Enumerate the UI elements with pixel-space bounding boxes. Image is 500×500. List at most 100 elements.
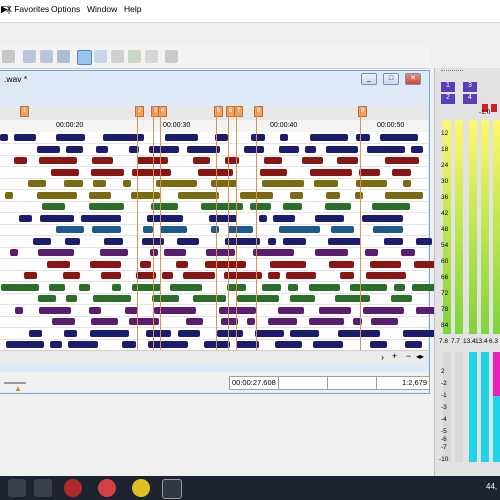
envelope-tool-icon[interactable] [128,50,141,63]
waveform-clip [64,180,83,187]
redo-icon[interactable] [40,50,53,63]
waveform-clip [329,260,354,268]
cursor-position-field[interactable]: 00:00:27.608 [229,376,279,390]
waveform-clip [90,260,121,268]
store-icon[interactable] [34,479,52,497]
waveform-clip [328,237,361,245]
undo-icon[interactable] [23,50,36,63]
app-icon-1[interactable] [64,479,82,497]
scrub-tool-icon[interactable] [145,50,158,63]
audio-track[interactable] [0,247,428,259]
waveform-clip [237,295,279,302]
audio-track[interactable] [0,224,428,236]
marker-line [216,106,217,350]
selection-start-field[interactable] [278,376,328,390]
channel-button[interactable]: 1 [441,82,455,92]
waveform-clip [290,329,319,337]
zoom-out-icon[interactable]: − [406,351,411,361]
scale-label: 60 [441,258,449,265]
waveform-clip [403,180,411,187]
paste-icon[interactable] [2,50,15,63]
waveform-clip [302,157,323,164]
audio-track[interactable] [0,305,440,317]
audio-track[interactable] [0,213,428,225]
level-readout: 7.7 [451,338,461,345]
channel-button[interactable]: 4 [463,94,477,104]
audio-track[interactable] [0,201,428,213]
app-icon-4[interactable] [162,479,182,499]
audio-track[interactable] [0,293,428,305]
menu-bar: ▶| FX Favorites Options Window Help [0,0,500,23]
zoom-tool-icon[interactable] [94,50,107,63]
history-icon[interactable] [57,50,70,63]
app-icon-3[interactable] [132,479,150,497]
close-button[interactable]: ✕ [405,73,421,85]
peak-indicator[interactable] [491,104,497,112]
waveform-clip [211,180,237,187]
audio-track[interactable] [0,259,454,271]
vu-bar [469,352,477,462]
waveform-clip [6,341,44,348]
waveform-clip [63,272,80,279]
waveform-clip [186,318,203,325]
scroll-right-icon[interactable]: › [381,352,384,362]
marker-flag[interactable]: 1 [20,106,29,117]
waveform-clip [268,237,276,245]
waveform-clip [355,191,363,199]
maximize-button[interactable]: □ [383,73,399,85]
audio-track[interactable] [0,270,428,282]
vu-bar [493,352,500,462]
waveform-clip [178,329,200,337]
waveform-clip [340,272,354,279]
waveform-clip [356,134,370,141]
clock-text[interactable]: 44, [486,482,497,491]
zoom-in-icon[interactable]: + [392,351,397,361]
waveform-clip [100,249,128,256]
waveform-clip [288,283,298,291]
zoom-ratio-field[interactable]: 1:2,679 [376,376,430,390]
waveform-clip [283,237,306,245]
waveform-clip [275,341,302,348]
scale-label: 24 [441,162,449,169]
waveform-clip [79,283,90,291]
waveform-clip [19,214,32,222]
audio-track[interactable] [0,167,428,179]
settings-icon[interactable] [165,50,178,63]
menu-fx-favorites[interactable]: FX Favorites [1,4,49,14]
track-area[interactable] [0,132,454,351]
minimize-button[interactable]: _ [361,73,377,85]
waveform-clip [225,237,260,245]
select-tool-icon[interactable] [77,50,92,65]
selection-length-field[interactable] [327,376,377,390]
channel-button[interactable]: 2 [441,94,455,104]
waveform-clip [363,306,404,314]
channel-button[interactable]: 3 [463,82,477,92]
app-icon-2[interactable] [98,479,116,497]
slider-thumb-icon[interactable]: ▲ [14,384,22,393]
meter-grip[interactable] [441,70,463,73]
audio-track[interactable] [0,328,440,340]
task-view-icon[interactable] [8,479,26,497]
waveform-clip [310,168,352,176]
audio-track[interactable] [0,190,428,202]
audio-track[interactable] [0,144,428,156]
audio-track[interactable] [0,132,428,144]
audio-track[interactable] [0,178,428,190]
pencil-tool-icon[interactable] [111,50,124,63]
waveform-clip [416,237,432,245]
waveform-clip [365,249,378,256]
audio-track[interactable] [0,282,441,294]
audio-track[interactable] [0,155,428,167]
menu-options[interactable]: Options [51,4,80,14]
waveform-clip [278,306,304,314]
audio-track[interactable] [0,236,432,248]
horizontal-scrollbar[interactable]: › + − ◂▸ [0,350,428,365]
waveform-clip [89,203,124,210]
menu-window[interactable]: Window [87,4,117,14]
menu-help[interactable]: Help [124,4,141,14]
scroll-both-icon[interactable]: ◂▸ [416,352,424,361]
audio-track[interactable] [0,316,428,328]
playback-meter-panel: 1 2 3 4 -1.0 12 18 24 30 36 42 48 54 60 … [434,68,500,476]
waveform-clip [283,203,302,210]
waveform-clip [209,214,237,222]
